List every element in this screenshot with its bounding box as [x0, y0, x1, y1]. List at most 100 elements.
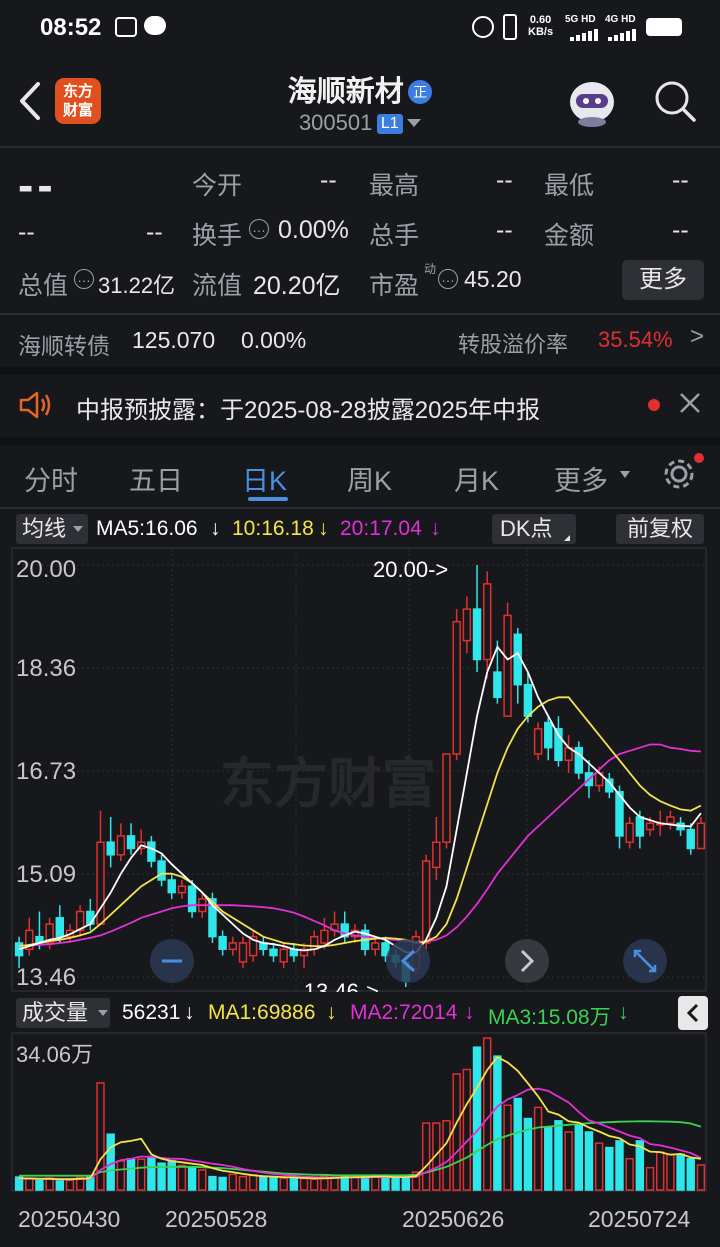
notice-bar[interactable]: 中报预披露：于2025-08-28披露2025年中报 — [0, 375, 720, 437]
info-icon[interactable]: … — [438, 269, 458, 289]
robot-assistant-icon[interactable] — [564, 74, 620, 128]
candle-body — [126, 835, 136, 850]
tab-five-day[interactable]: 五日 — [129, 459, 183, 498]
volume-bar — [544, 1126, 553, 1191]
nav-left-button[interactable] — [150, 939, 194, 983]
volume-bar — [238, 1175, 248, 1191]
alarm-icon — [472, 16, 494, 38]
settings-dot — [694, 453, 704, 463]
float-value: 20.20亿 — [253, 272, 341, 300]
volume-bar — [309, 1178, 319, 1191]
candle-body — [309, 935, 319, 951]
vma1-arrow-icon: ↓ — [326, 1001, 337, 1024]
min-marker: 13.46-> — [304, 979, 379, 992]
volume-bar — [198, 1169, 207, 1191]
bond-row[interactable]: 海顺转债 125.070 0.00% 转股溢价率 35.54% > — [0, 315, 720, 367]
candle-body — [493, 671, 502, 699]
high-label: 最高 — [369, 172, 420, 200]
pe-sup: 动 — [424, 262, 437, 276]
y-tick-label: 20.00 — [16, 556, 76, 583]
volume-bar — [279, 1177, 288, 1191]
tab-minute[interactable]: 分时 — [24, 459, 78, 498]
vma3-value: MA3:15.08万 — [488, 1006, 611, 1029]
candle-body — [544, 721, 553, 749]
candle-body — [462, 608, 472, 642]
volume-selector[interactable]: 成交量 — [16, 998, 111, 1028]
volume-bar — [177, 1164, 187, 1191]
volume-bar — [686, 1158, 695, 1191]
chevron-right-icon: > — [690, 323, 705, 350]
candle-body — [472, 608, 482, 661]
price-change-pct: -- — [146, 218, 163, 246]
kline-chart[interactable]: 东方财富 20.00 18.36 16.73 15.09 13.46 20.00-> 1… — [0, 547, 720, 992]
candle-body — [666, 816, 675, 825]
low-value: -- — [672, 166, 689, 194]
tab-monthly-k[interactable]: 月K — [454, 459, 499, 498]
volume-bar — [299, 1177, 309, 1191]
volume-chart[interactable]: 34.06万 — [0, 1032, 720, 1192]
candle-body — [86, 910, 95, 925]
volume-bar — [513, 1097, 522, 1191]
signal-5g-label: 5G HD — [565, 14, 596, 25]
candle-body — [421, 860, 431, 944]
status-bar: 08:52 0.60 KB/s 5G HD 4G HD — [0, 0, 720, 56]
close-icon[interactable] — [676, 389, 704, 417]
bond-name: 海顺转债 — [18, 333, 110, 359]
volume-bar — [462, 1068, 472, 1191]
adjust-button[interactable]: 前复权 — [616, 514, 704, 544]
candle-body — [228, 942, 238, 951]
tab-daily-k[interactable]: 日K — [242, 459, 287, 498]
vol-arrow-icon: ↓ — [184, 1001, 195, 1024]
y-tick-label: 15.09 — [16, 861, 76, 888]
caret-down-icon — [620, 471, 630, 478]
volume-bar — [381, 1176, 390, 1191]
volume-bar — [625, 1158, 634, 1191]
candle-body — [371, 942, 380, 951]
amount-label: 金额 — [544, 222, 595, 250]
candle-body — [55, 917, 65, 938]
candle-body — [635, 816, 645, 837]
volume-bar — [65, 1179, 75, 1191]
collapse-panel-icon[interactable] — [678, 996, 708, 1030]
candle-body — [482, 583, 492, 661]
volume-bar — [106, 1133, 115, 1191]
next-button[interactable] — [505, 939, 549, 983]
candle-body — [177, 885, 187, 894]
x-axis: 20250430 20250528 20250626 20250724 — [0, 1192, 720, 1247]
kline-toolbar: 均线 MA5:16.06 ↓ 10:16.18 ↓ 20:17.04 ↓ DK点… — [0, 511, 720, 547]
candle-body — [167, 879, 176, 894]
fullscreen-button[interactable] — [623, 939, 667, 983]
candle-body — [686, 828, 695, 850]
volume-bar — [482, 1037, 492, 1191]
candle-body — [187, 885, 197, 913]
tab-more[interactable]: 更多 — [554, 459, 608, 498]
candle-body — [452, 620, 461, 755]
y-tick-label: 16.73 — [16, 758, 76, 785]
volume-bar — [350, 1176, 360, 1191]
settings-gear-icon[interactable] — [660, 455, 698, 493]
volume-bar — [666, 1153, 675, 1191]
more-button[interactable]: 更多 — [622, 260, 704, 300]
volume-bar — [391, 1176, 400, 1191]
volume-bar — [594, 1142, 604, 1191]
max-marker: 20.00-> — [373, 557, 448, 582]
vibrate-icon — [503, 14, 517, 40]
amount-value: -- — [672, 216, 689, 244]
candle-body — [625, 822, 634, 843]
volume-bar — [371, 1175, 380, 1191]
tab-weekly-k[interactable]: 周K — [347, 459, 392, 498]
volume-value: -- — [496, 216, 513, 244]
status-time: 08:52 — [40, 14, 102, 41]
y-tick-label: 13.46 — [16, 964, 76, 991]
stock-code: 300501 — [298, 110, 373, 135]
search-icon[interactable] — [652, 78, 698, 124]
volume-bar — [574, 1124, 584, 1191]
zoom-out-button[interactable] — [386, 939, 430, 983]
info-icon[interactable]: … — [74, 269, 94, 289]
volume-bar — [533, 1106, 543, 1191]
candle-body — [523, 683, 533, 717]
volume-bar — [55, 1180, 65, 1191]
candle-body — [238, 942, 248, 963]
ma5-arrow-icon: ↓ — [210, 517, 221, 540]
info-icon[interactable]: … — [249, 219, 269, 239]
